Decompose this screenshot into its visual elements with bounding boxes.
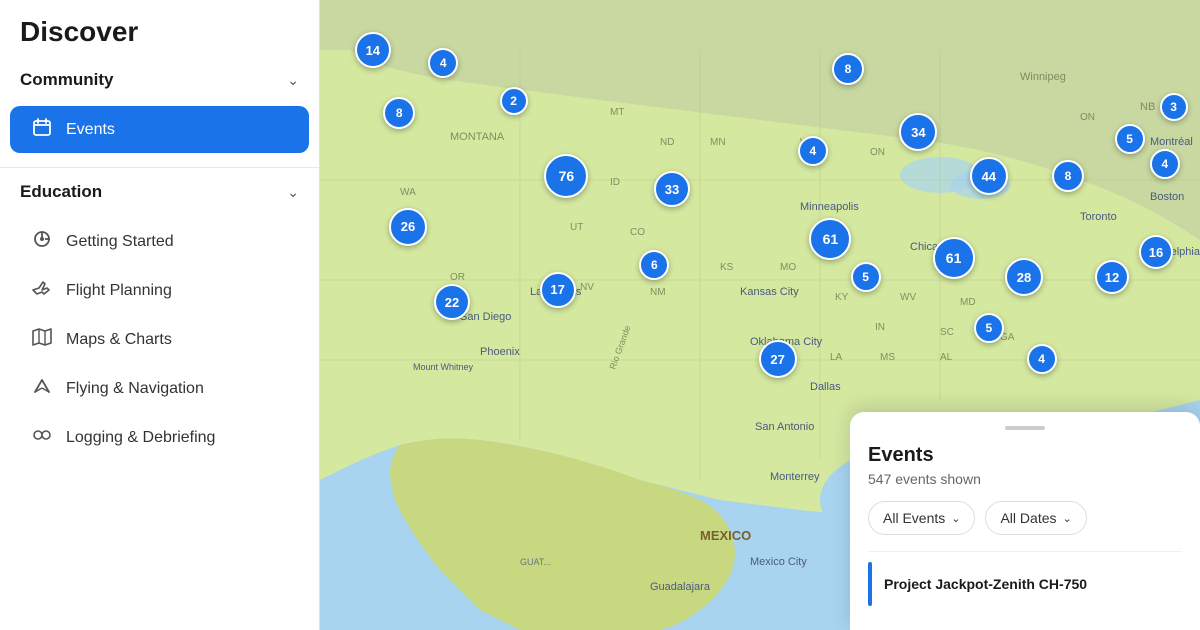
sidebar-item-logging-debriefing[interactable]: Logging & Debriefing	[10, 414, 309, 461]
logging-debriefing-icon	[30, 425, 54, 450]
cluster-marker-c26[interactable]: 12	[1095, 260, 1129, 294]
divider-1	[0, 167, 319, 168]
filter-all-events-label: All Events	[883, 510, 945, 526]
cluster-marker-c5[interactable]: 76	[544, 154, 588, 198]
cluster-marker-c2[interactable]: 4	[428, 48, 458, 78]
sidebar-item-maps-charts[interactable]: Maps & Charts	[10, 316, 309, 363]
cluster-marker-c6[interactable]: 26	[389, 208, 427, 246]
cluster-marker-c22[interactable]: 8	[1052, 160, 1084, 192]
page-title: Discover	[0, 0, 319, 60]
cluster-marker-c7[interactable]: 33	[654, 171, 690, 207]
flying-navigation-label: Flying & Navigation	[66, 380, 204, 398]
event-info-1: Project Jackpot-Zenith CH-750	[884, 576, 1182, 592]
cluster-marker-c13[interactable]: 4	[798, 136, 828, 166]
cluster-marker-c4[interactable]: 2	[500, 87, 528, 115]
getting-started-icon	[30, 229, 54, 254]
sidebar: Discover Community ⌄ Events Education ⌄	[0, 0, 320, 630]
education-label: Education	[20, 182, 102, 202]
maps-charts-label: Maps & Charts	[66, 331, 172, 349]
sidebar-item-flying-navigation[interactable]: Flying & Navigation	[10, 365, 309, 412]
filter-all-dates-label: All Dates	[1000, 510, 1056, 526]
getting-started-label: Getting Started	[66, 233, 174, 251]
filter-all-events[interactable]: All Events ⌄	[868, 501, 975, 535]
cluster-marker-c3[interactable]: 8	[383, 97, 415, 129]
cluster-marker-c12[interactable]: 34	[899, 113, 937, 151]
education-items: Getting Started Flight Planning Maps & C…	[0, 212, 319, 471]
event-color-bar-1	[868, 562, 872, 606]
cluster-marker-c10[interactable]: 6	[639, 250, 669, 280]
flight-planning-label: Flight Planning	[66, 282, 172, 300]
filter-all-dates-chevron: ⌄	[1063, 512, 1072, 525]
filter-row: All Events ⌄ All Dates ⌄	[868, 501, 1182, 535]
events-icon	[30, 117, 54, 142]
event-name-1: Project Jackpot-Zenith CH-750	[884, 576, 1182, 592]
panel-handle	[1005, 426, 1045, 430]
community-chevron-icon: ⌄	[287, 72, 299, 89]
education-section-header[interactable]: Education ⌄	[0, 172, 319, 212]
education-chevron-icon: ⌄	[287, 184, 299, 201]
cluster-marker-c27[interactable]: 16	[1139, 235, 1173, 269]
cluster-marker-c23[interactable]: 5	[1115, 124, 1145, 154]
cluster-marker-c14[interactable]: 61	[809, 218, 851, 260]
event-list-item-1[interactable]: Project Jackpot-Zenith CH-750	[868, 551, 1182, 616]
cluster-marker-c15[interactable]: 5	[851, 262, 881, 292]
cluster-marker-c1[interactable]: 14	[355, 32, 391, 68]
cluster-marker-c20[interactable]: 5	[974, 313, 1004, 343]
cluster-marker-c16[interactable]: 27	[759, 340, 797, 378]
cluster-marker-c25[interactable]: 3	[1160, 93, 1188, 121]
community-section-header[interactable]: Community ⌄	[0, 60, 319, 100]
map-container[interactable]: MONTANA MT ND MN WI ON Winnipeg ON NB Mo…	[320, 0, 1200, 630]
cluster-marker-c11[interactable]: 8	[832, 53, 864, 85]
maps-charts-icon	[30, 327, 54, 352]
cluster-marker-c19[interactable]: 28	[1005, 258, 1043, 296]
cluster-marker-c24[interactable]: 4	[1150, 149, 1180, 179]
events-panel: Events 547 events shown All Events ⌄ All…	[850, 412, 1200, 630]
sidebar-item-flight-planning[interactable]: Flight Planning	[10, 267, 309, 314]
flight-planning-icon	[30, 278, 54, 303]
events-panel-title: Events	[868, 444, 1182, 467]
events-label: Events	[66, 121, 115, 139]
logging-debriefing-label: Logging & Debriefing	[66, 429, 215, 447]
sidebar-item-events[interactable]: Events	[10, 106, 309, 153]
filter-all-events-chevron: ⌄	[951, 512, 960, 525]
sidebar-item-getting-started[interactable]: Getting Started	[10, 218, 309, 265]
cluster-marker-c8[interactable]: 22	[434, 284, 470, 320]
cluster-marker-c17[interactable]: 44	[970, 157, 1008, 195]
cluster-marker-c9[interactable]: 17	[540, 272, 576, 308]
flying-navigation-icon	[30, 376, 54, 401]
cluster-marker-c18[interactable]: 61	[933, 237, 975, 279]
community-label: Community	[20, 70, 114, 90]
cluster-marker-c21[interactable]: 4	[1027, 344, 1057, 374]
filter-all-dates[interactable]: All Dates ⌄	[985, 501, 1086, 535]
community-items: Events	[0, 100, 319, 163]
events-panel-subtitle: 547 events shown	[868, 471, 1182, 487]
